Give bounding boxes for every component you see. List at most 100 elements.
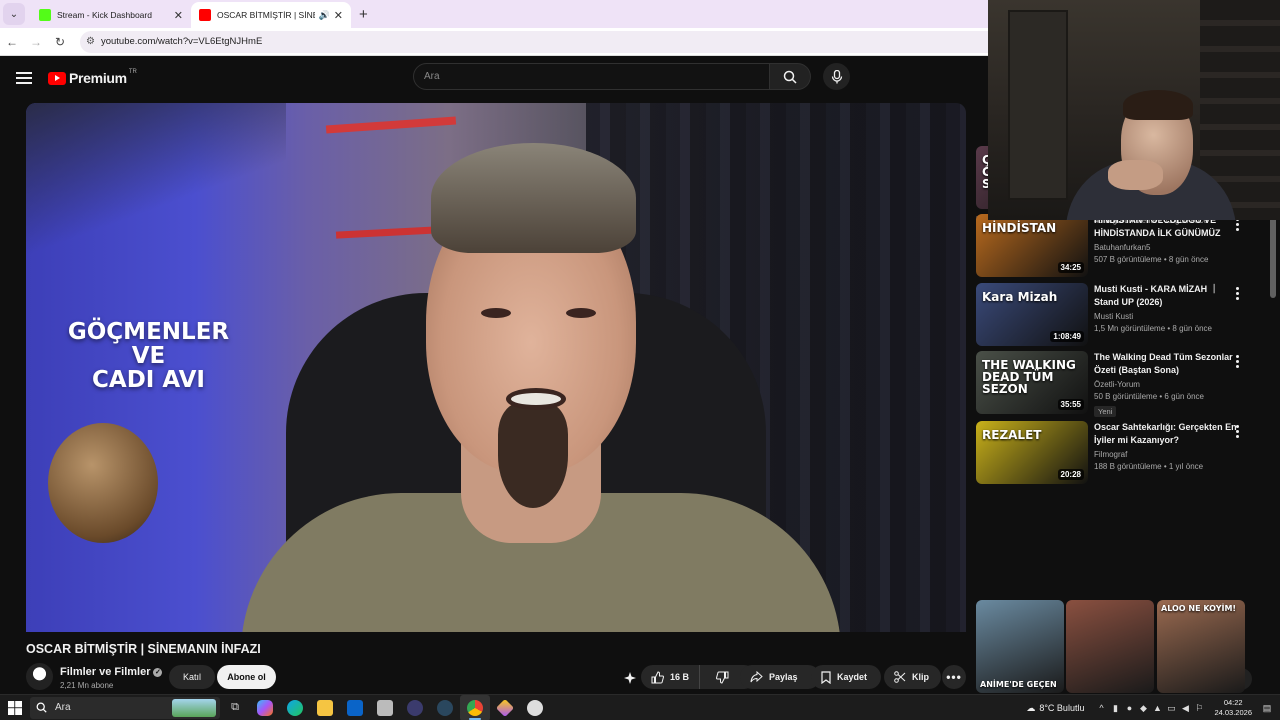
reload-icon[interactable]: ↻: [48, 35, 72, 49]
search-highlight-image: [172, 698, 216, 717]
recommended-video-title[interactable]: Oscar Sahtekarlığı: Gerçekten En İyiler …: [1094, 421, 1244, 447]
notifications-icon[interactable]: ▤: [1260, 703, 1274, 714]
tray-app-icon[interactable]: ◆: [1136, 703, 1150, 714]
cloud-icon: ☁: [1026, 702, 1036, 713]
youtube-play-icon: [48, 71, 66, 85]
more-options-icon[interactable]: [1236, 425, 1239, 438]
more-actions-button[interactable]: •••: [942, 665, 966, 689]
network-icon[interactable]: ▭: [1164, 703, 1178, 714]
task-view-icon[interactable]: ⧉: [220, 695, 250, 720]
recommended-video[interactable]: REZALET 20:28 Oscar Sahtekarlığı: Gerçekte…: [976, 421, 1266, 485]
more-horizontal-icon: •••: [946, 670, 962, 684]
youtube-logo[interactable]: Premium TR: [48, 69, 137, 86]
search-input[interactable]: Ara: [413, 63, 770, 90]
recorder-icon[interactable]: [520, 695, 550, 720]
video-thumbnail[interactable]: HİNDİSTAN 34:25: [976, 214, 1088, 277]
system-tray: ☁ 8°C Bulutlu ^ ▮ ● ◆ ▲ ▭ ◀ ⚐ 04:22 24.0…: [1026, 695, 1280, 720]
dislike-button[interactable]: [706, 665, 739, 689]
clip-button[interactable]: Klip: [884, 665, 941, 689]
close-tab-icon[interactable]: ✕: [174, 9, 183, 22]
mic-tray-icon[interactable]: ▮: [1108, 703, 1122, 714]
search-button[interactable]: [770, 63, 811, 90]
new-tab-button[interactable]: +: [359, 6, 368, 23]
recommended-channel-name[interactable]: Özetli-Yorum: [1094, 380, 1244, 389]
view-count-and-age: 1,5 Mn görüntüleme • 8 gün önce: [1094, 324, 1212, 333]
recommended-channel-name[interactable]: Musti Kusti: [1094, 312, 1244, 321]
tab-youtube-video[interactable]: OSCAR BİTMİŞTİR | SİNEMA 🔊 ✕: [191, 2, 351, 28]
recommended-video-title[interactable]: Musti Kusti - KARA MİZAH ｜ Stand UP (202…: [1094, 283, 1244, 309]
join-button[interactable]: Katıl: [169, 665, 215, 689]
shorts-caption: ANİME'DE GEÇEN: [980, 680, 1057, 689]
outlook-icon[interactable]: [340, 695, 370, 720]
share-button[interactable]: Paylaş: [740, 665, 820, 689]
recommended-video-title[interactable]: The Walking Dead Tüm Sezonlar Özeti (Baş…: [1094, 351, 1244, 377]
recommended-channel-name[interactable]: Batuhanfurkan5: [1094, 243, 1244, 252]
app-icon[interactable]: [490, 695, 520, 720]
language-icon[interactable]: ⚐: [1192, 703, 1206, 714]
steam-icon[interactable]: [430, 695, 460, 720]
shorts-thumbnail[interactable]: [1066, 600, 1154, 693]
recommended-video[interactable]: HİNDİSTAN 34:25 HİNDİSTAN YOLCULUĞU VE HİN…: [976, 214, 1266, 278]
chevron-up-icon[interactable]: ^: [1094, 703, 1108, 713]
clock[interactable]: 04:22 24.03.2026: [1214, 698, 1252, 718]
shorts-thumbnail[interactable]: ANİME'DE GEÇEN: [976, 600, 1064, 693]
verified-icon: ✓: [153, 667, 163, 677]
windows-logo-icon: [8, 700, 22, 715]
tab-title: Stream - Kick Dashboard: [57, 10, 152, 20]
video-thumbnail[interactable]: Kara Mizah 1:08:49: [976, 283, 1088, 346]
store-icon[interactable]: [370, 695, 400, 720]
bookmark-icon: [821, 670, 831, 684]
shorts-caption: ALOO NE KOYİM!: [1161, 604, 1237, 613]
recommended-video[interactable]: Kara Mizah 1:08:49 Musti Kusti - KARA MİZA…: [976, 283, 1266, 347]
speaker-icon[interactable]: 🔊: [319, 10, 330, 21]
thumbnail-caption: HİNDİSTAN: [982, 221, 1057, 235]
file-explorer-icon[interactable]: [310, 695, 340, 720]
tray-app-icon[interactable]: ▲: [1150, 703, 1164, 713]
video-duration: 20:28: [1057, 469, 1084, 480]
close-tab-icon[interactable]: ✕: [334, 9, 343, 22]
ask-ai-icon[interactable]: [623, 671, 637, 690]
share-icon: [750, 671, 763, 683]
recommended-video[interactable]: THE WALKING DEAD TÜM SEZON 35:55 The Walki…: [976, 351, 1266, 417]
channel-avatar[interactable]: [26, 663, 53, 690]
hamburger-menu-icon[interactable]: [16, 72, 32, 84]
like-button[interactable]: 16 B: [641, 665, 701, 689]
subscribe-button[interactable]: Abone ol: [217, 665, 276, 689]
sidebar-scrollbar[interactable]: [1270, 215, 1276, 298]
thumbnail-caption: THE WALKING DEAD TÜM SEZON: [982, 358, 1076, 396]
address-bar[interactable]: ⚙ youtube.com/watch?v=VL6EtgNJHmE: [80, 30, 988, 53]
channel-name[interactable]: Filmler ve Filmler ✓: [60, 666, 163, 678]
browser-toolbar: ← → ↻ ⚙ youtube.com/watch?v=VL6EtgNJHmE: [0, 28, 988, 56]
video-duration: 35:55: [1057, 399, 1084, 410]
voice-search-button[interactable]: [823, 63, 850, 90]
video-duration: 34:25: [1057, 262, 1084, 273]
video-duration: 1:08:49: [1050, 331, 1084, 342]
taskbar-search[interactable]: Ara: [30, 696, 220, 719]
chrome-icon[interactable]: [460, 694, 490, 720]
video-title: OSCAR BİTMİŞTİR | SİNEMANIN İNFAZI: [26, 642, 261, 656]
video-player[interactable]: GÖÇMENLER VE CADI AVI: [26, 103, 966, 632]
search-icon: [783, 70, 797, 84]
volume-icon[interactable]: ◀: [1178, 703, 1192, 714]
thumbs-up-icon: [651, 670, 664, 683]
trophy-ball: [48, 423, 158, 543]
obs-icon[interactable]: [400, 695, 430, 720]
video-thumbnail[interactable]: THE WALKING DEAD TÜM SEZON 35:55: [976, 351, 1088, 414]
more-options-icon[interactable]: [1236, 287, 1239, 300]
tab-search-button[interactable]: ⌄: [3, 3, 25, 25]
save-button[interactable]: Kaydet: [811, 665, 881, 689]
scissors-icon: [894, 671, 906, 683]
back-arrow-icon[interactable]: ←: [0, 35, 24, 49]
start-button[interactable]: [0, 700, 30, 715]
tray-app-icon[interactable]: ●: [1122, 703, 1136, 713]
forward-arrow-icon[interactable]: →: [24, 35, 48, 49]
tab-kick-dashboard[interactable]: Stream - Kick Dashboard ✕: [31, 2, 191, 28]
site-info-icon[interactable]: ⚙: [86, 36, 95, 47]
copilot-icon[interactable]: [250, 695, 280, 720]
weather-widget[interactable]: ☁ 8°C Bulutlu: [1026, 703, 1084, 714]
recommended-channel-name[interactable]: Filmograf: [1094, 450, 1244, 459]
edge-icon[interactable]: [280, 695, 310, 720]
more-options-icon[interactable]: [1236, 355, 1239, 368]
video-thumbnail[interactable]: REZALET 20:28: [976, 421, 1088, 484]
shorts-thumbnail[interactable]: ALOO NE KOYİM!: [1157, 600, 1245, 693]
